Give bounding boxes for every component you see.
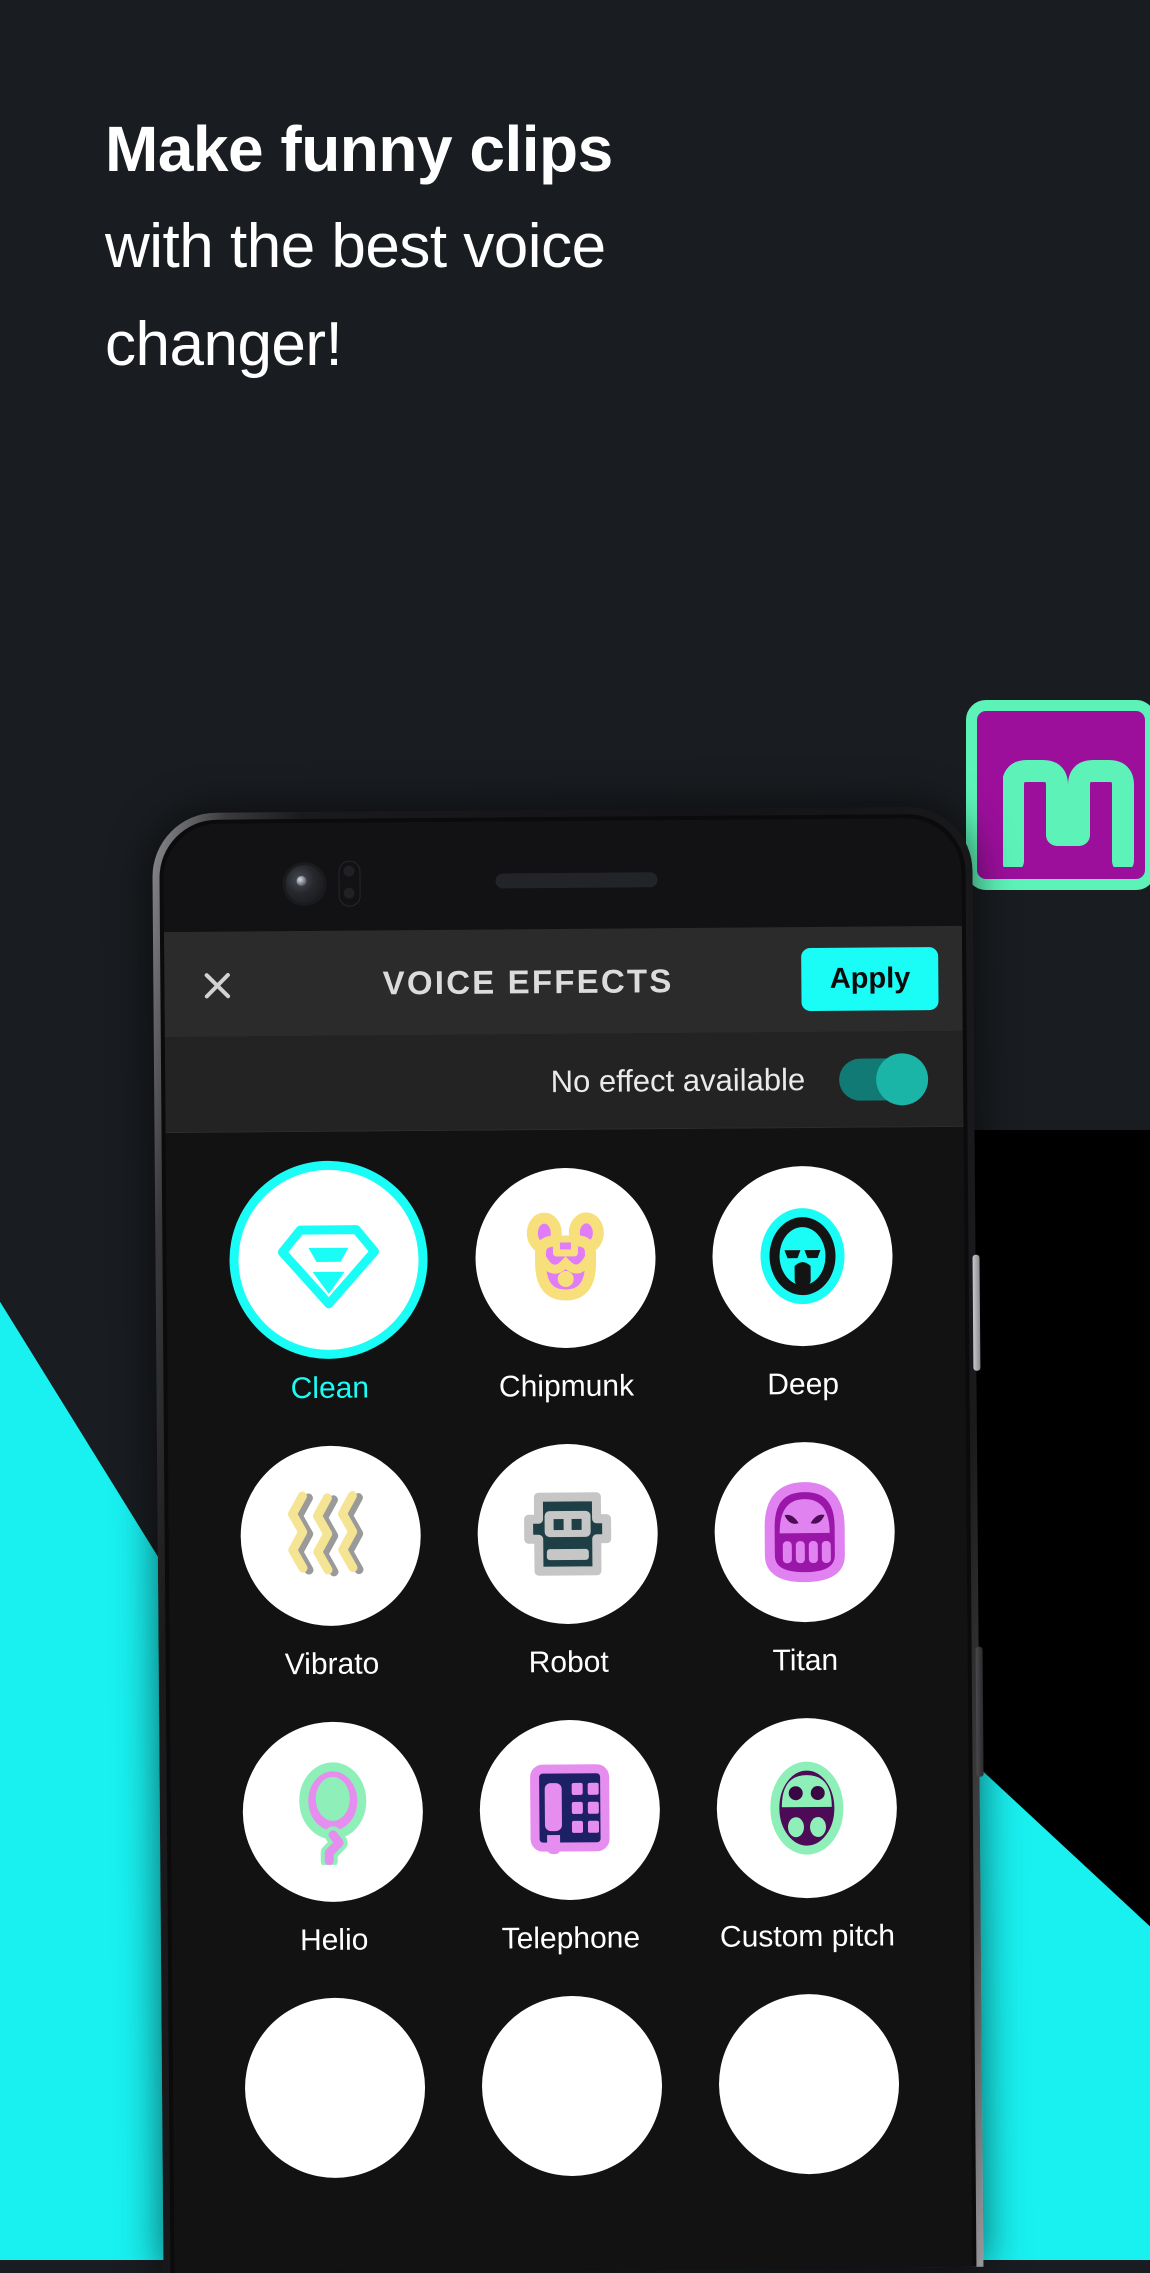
no-effect-available-label: No effect available [550,1061,806,1099]
effect-item-partial[interactable] [453,1995,691,2177]
front-camera-lens-icon [285,864,324,904]
effect-icon-container [240,1445,422,1627]
effect-item-helio[interactable]: Helio [214,1721,453,1959]
effect-icon-container [242,1721,424,1903]
effect-label: Titan [772,1643,839,1678]
proximity-sensors-icon [338,860,361,907]
effect-availability-row: No effect available [164,1030,964,1134]
page-title: VOICE EFFECTS [382,961,674,1001]
toggle-knob [875,1052,929,1106]
app-header-bar: VOICE EFFECTS Apply [163,925,963,1038]
effect-icon-container [479,1719,661,1901]
headline-line-1: Make funny clips [105,113,613,185]
effect-label: Helio [299,1923,369,1958]
effect-icon-container [476,1443,659,1625]
apply-button[interactable]: Apply [801,947,939,1012]
effect-item-robot[interactable]: Robot [449,1443,688,1681]
chipmunk-face-icon [526,1212,604,1301]
effect-icon-container [244,1997,427,2179]
effect-icon-container [238,1169,420,1351]
effect-item-chipmunk[interactable]: Chipmunk [446,1167,685,1405]
phone-screen: VOICE EFFECTS Apply No effect available [163,817,973,2273]
effect-label: Telephone [501,1921,641,1956]
earpiece-speaker [495,872,658,889]
effect-item-telephone[interactable]: Telephone [451,1719,690,1957]
headline-line-3: changer! [105,310,343,379]
effect-item-vibrato[interactable]: Vibrato [212,1445,451,1683]
alien-face-icon [770,1761,844,1855]
headline-line-2: with the best voice [105,212,606,281]
deep-face-icon [760,1208,845,1305]
titan-skull-icon [764,1482,845,1583]
robot-head-icon [524,1492,612,1576]
close-icon[interactable] [194,961,240,1007]
effect-label: Robot [528,1645,609,1680]
power-button[interactable] [972,1254,981,1371]
voice-effects-grid: Clean Chipmunk Deep Vibrato Robot Titan … [165,1126,972,2180]
square-wave-m-icon [1003,760,1134,867]
effect-item-titan[interactable]: Titan [685,1441,924,1679]
volume-button[interactable] [975,1646,984,1777]
effect-icon-container [711,1165,893,1347]
effect-item-partial[interactable] [216,1997,454,2179]
effect-label: Custom pitch [719,1919,896,1954]
effect-icon-container [481,1995,663,2177]
helium-balloon-icon [299,1762,367,1866]
phone-inner-bezel: VOICE EFFECTS Apply No effect available [159,813,977,2273]
effect-item-deep[interactable]: Deep [683,1165,922,1403]
effect-icon-container [717,1993,900,2175]
effect-label: Deep [767,1367,840,1402]
effect-label: Chipmunk [498,1369,635,1404]
effect-icon-container [715,1717,898,1899]
effect-icon-container [474,1167,657,1349]
vibrato-waves-icon [288,1491,364,1577]
effect-item-custom-pitch[interactable]: Custom pitch [687,1717,926,1955]
effect-item-clean[interactable]: Clean [210,1169,449,1407]
marketing-headline: Make funny clips with the best voice cha… [105,100,785,394]
effect-toggle-switch[interactable] [838,1052,929,1106]
app-logo-badge [966,700,1150,890]
effect-label: Vibrato [284,1647,380,1682]
effect-item-partial[interactable] [690,1993,928,2175]
diamond-gem-icon [278,1225,380,1309]
phone-top-bezel [163,817,962,933]
phone-mockup: VOICE EFFECTS Apply No effect available [152,806,984,2273]
effect-icon-container [713,1441,896,1623]
effect-label: Clean [290,1371,370,1406]
telephone-icon [530,1764,610,1855]
